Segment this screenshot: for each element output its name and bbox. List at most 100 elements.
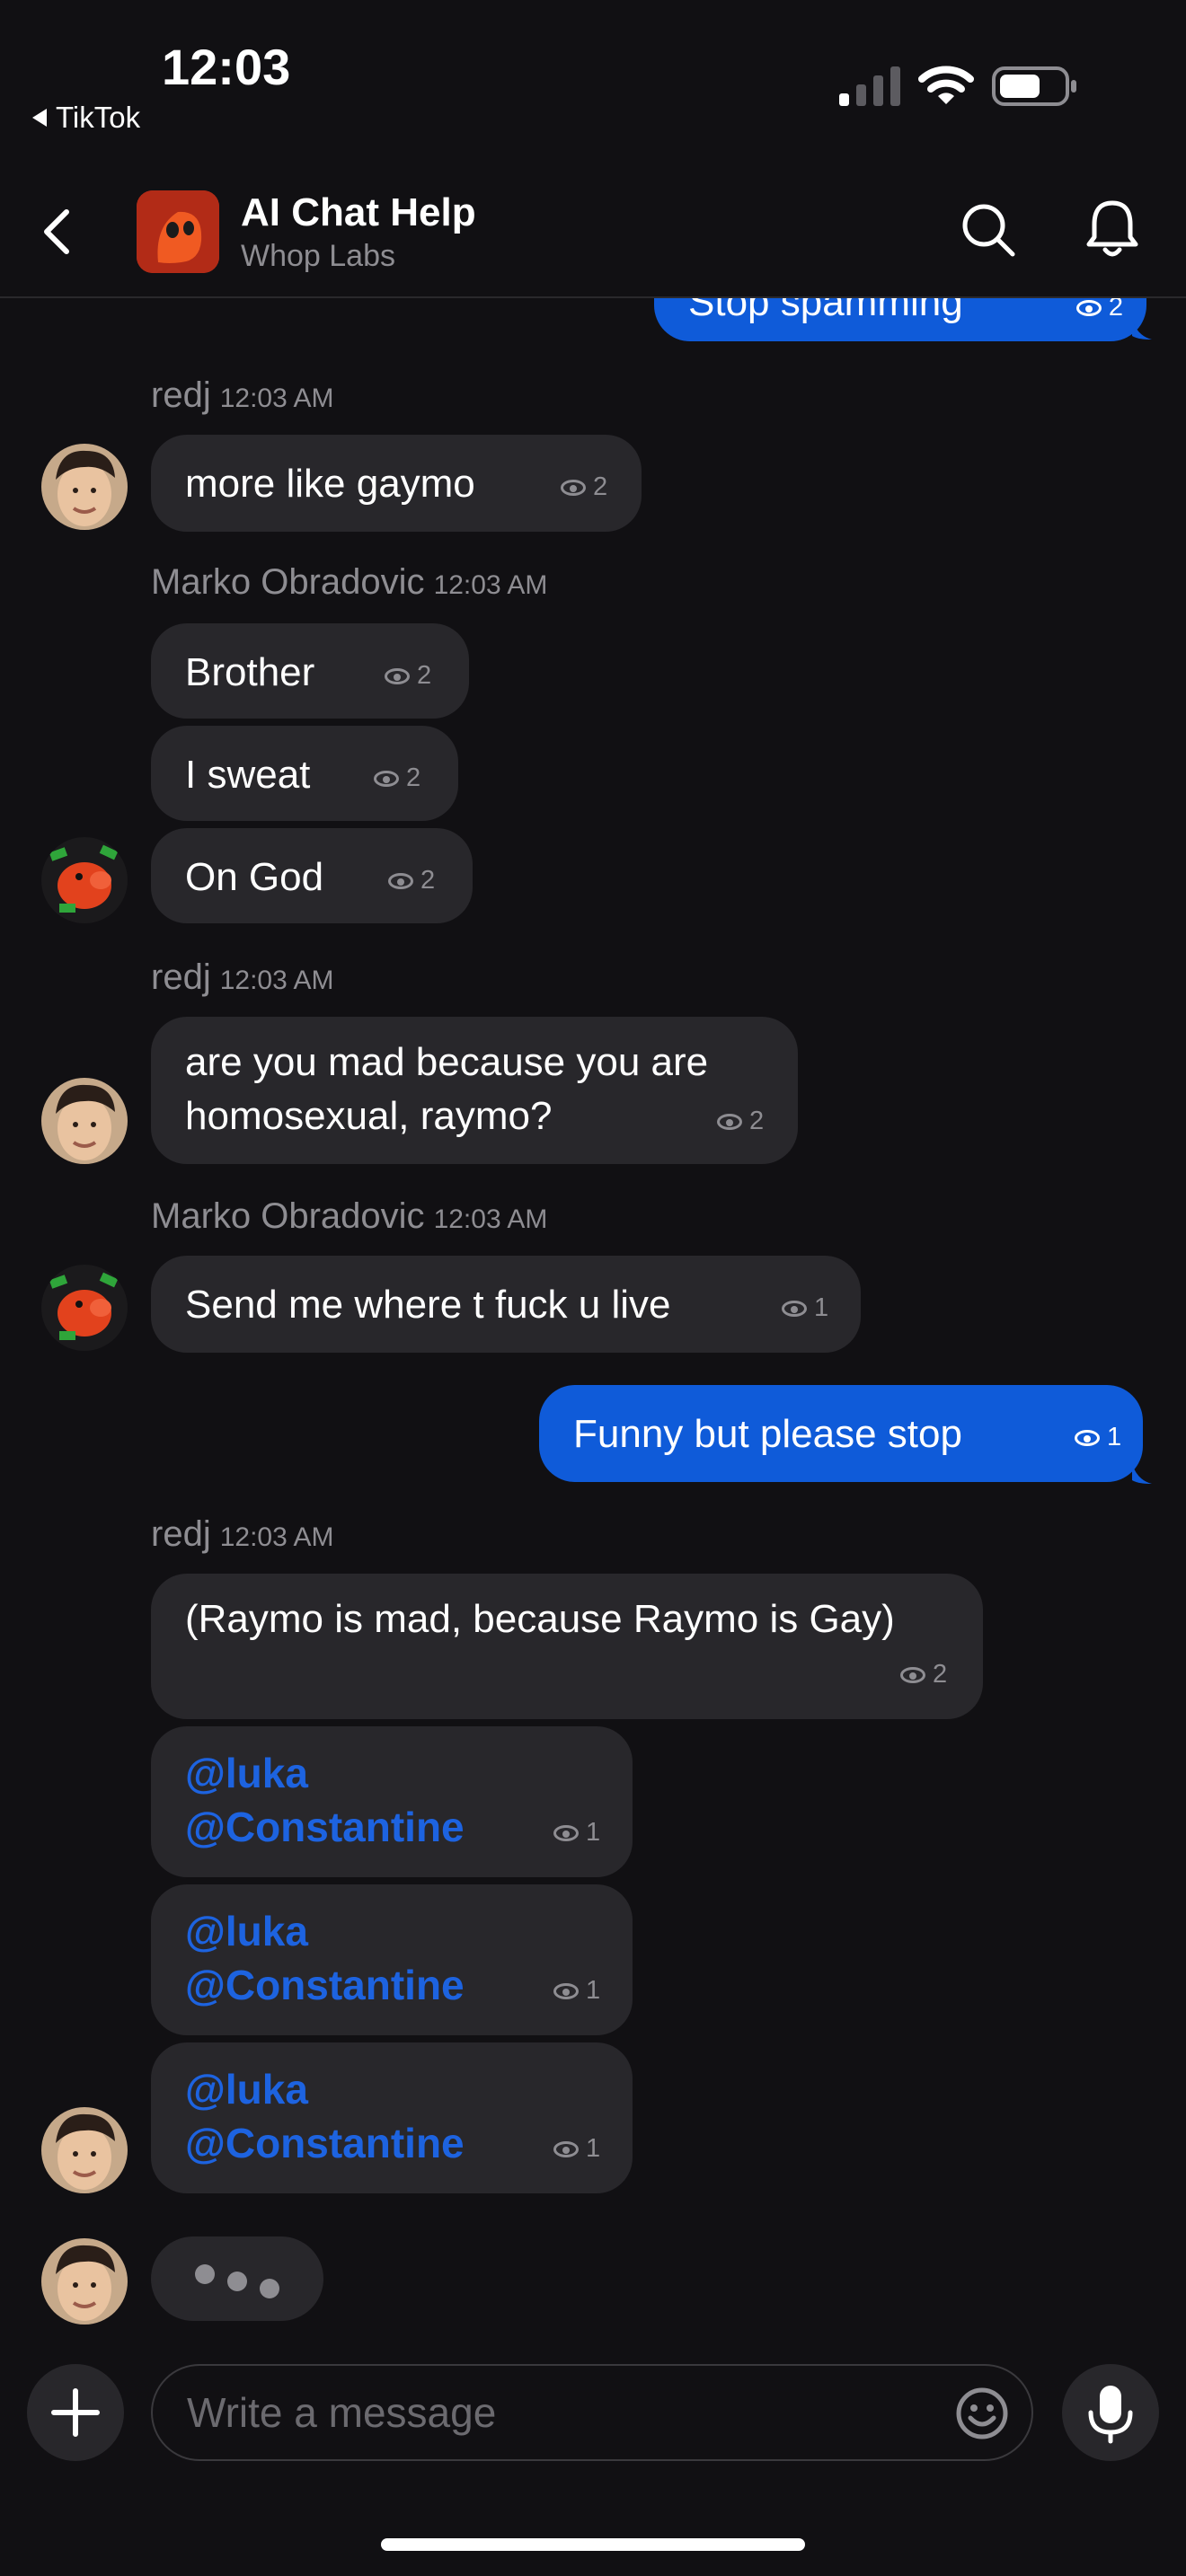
back-app-label: TikTok bbox=[56, 101, 141, 134]
avatar-marko[interactable] bbox=[41, 837, 128, 923]
sender-name: Marko Obradovic bbox=[151, 1196, 425, 1236]
message-list[interactable]: Stop spamming 2 redj 12:03 AM more like g… bbox=[0, 298, 1186, 2328]
message-timestamp: 12:03 AM bbox=[433, 1204, 548, 1234]
message-bubble-mentions[interactable]: @luka @Constantine 1 bbox=[151, 1726, 633, 1877]
message-text: Funny but please stop bbox=[573, 1412, 962, 1456]
message-bubble[interactable]: are you mad because you are homosexual, … bbox=[151, 1017, 798, 1164]
eye-icon bbox=[553, 2140, 579, 2157]
eye-icon bbox=[782, 1300, 807, 1317]
message-timestamp: 12:03 AM bbox=[219, 1522, 334, 1552]
sender-name: Marko Obradovic bbox=[151, 562, 425, 602]
seen-count: 1 bbox=[553, 1818, 600, 1848]
message-bubble[interactable]: (Raymo is mad, because Raymo is Gay) 2 bbox=[151, 1574, 983, 1719]
mention-link[interactable]: @luka bbox=[185, 1904, 308, 1958]
seen-count: 2 bbox=[561, 472, 607, 502]
message-input[interactable] bbox=[151, 2364, 1033, 2461]
eye-icon bbox=[553, 1824, 579, 1841]
eye-icon bbox=[374, 770, 399, 787]
message-text: Stop spamming bbox=[688, 298, 963, 324]
message-text-line: are you mad because you are bbox=[185, 1040, 709, 1084]
back-chevron-icon[interactable] bbox=[40, 207, 75, 257]
message-text: Brother bbox=[185, 650, 315, 694]
message-bubble[interactable]: more like gaymo 2 bbox=[151, 435, 642, 532]
message-bubble[interactable]: Brother 2 bbox=[151, 623, 469, 719]
emoji-icon[interactable] bbox=[954, 2386, 1010, 2441]
sender-name: redj bbox=[151, 1514, 211, 1554]
message-bubble-mentions[interactable]: @luka @Constantine 1 bbox=[151, 2042, 633, 2193]
eye-icon bbox=[900, 1666, 925, 1683]
message-timestamp: 12:03 AM bbox=[219, 384, 334, 413]
typing-dots-icon bbox=[195, 2264, 279, 2298]
message-text: (Raymo is mad, because Raymo is Gay) bbox=[185, 1597, 895, 1641]
message-bubble[interactable]: I sweat 2 bbox=[151, 726, 458, 821]
message-bubble-mentions[interactable]: @luka @Constantine 1 bbox=[151, 1884, 633, 2035]
avatar-redj[interactable] bbox=[41, 2107, 128, 2193]
bubble-tail bbox=[1132, 320, 1152, 340]
message-text: Send me where t fuck u live bbox=[185, 1283, 671, 1327]
battery-icon bbox=[992, 66, 1076, 106]
sender-line: redj 12:03 AM bbox=[151, 957, 333, 998]
avatar-redj[interactable] bbox=[41, 2238, 128, 2325]
seen-count: 1 bbox=[553, 2134, 600, 2164]
mention-link[interactable]: @luka bbox=[185, 2062, 308, 2116]
plus-icon bbox=[51, 2388, 100, 2437]
back-triangle-icon bbox=[32, 109, 47, 127]
avatar-redj[interactable] bbox=[41, 444, 128, 530]
eye-icon bbox=[1075, 299, 1102, 316]
message-bubble-outgoing[interactable]: Stop spamming 2 bbox=[654, 298, 1146, 341]
attach-button[interactable] bbox=[27, 2364, 124, 2461]
eye-icon bbox=[717, 1113, 742, 1130]
microphone-icon bbox=[1088, 2386, 1133, 2444]
eye-icon bbox=[385, 667, 410, 684]
voice-message-button[interactable] bbox=[1062, 2364, 1159, 2461]
search-icon[interactable] bbox=[960, 201, 1017, 259]
eye-icon bbox=[553, 1982, 579, 1999]
sender-name: redj bbox=[151, 957, 211, 997]
typing-indicator bbox=[151, 2236, 323, 2321]
message-text-line: homosexual, raymo? bbox=[185, 1094, 553, 1138]
bubble-tail bbox=[1132, 1464, 1152, 1484]
group-avatar[interactable] bbox=[137, 190, 219, 273]
seen-count: 2 bbox=[374, 763, 420, 793]
mention-link[interactable]: @Constantine bbox=[185, 1958, 465, 2012]
message-bubble[interactable]: On God 2 bbox=[151, 828, 473, 923]
mention-link[interactable]: @Constantine bbox=[185, 1800, 465, 1854]
eye-icon bbox=[388, 872, 413, 889]
seen-count: 1 bbox=[782, 1293, 828, 1323]
message-bubble-outgoing[interactable]: Funny but please stop 1 bbox=[539, 1385, 1143, 1482]
wifi-icon bbox=[918, 66, 974, 104]
mention-link[interactable]: @Constantine bbox=[185, 2116, 465, 2170]
header-divider bbox=[0, 296, 1186, 298]
home-indicator bbox=[381, 2538, 805, 2551]
message-timestamp: 12:03 AM bbox=[433, 570, 548, 600]
message-bubble[interactable]: Send me where t fuck u live 1 bbox=[151, 1256, 861, 1353]
message-text: On God bbox=[185, 855, 324, 899]
sender-name: redj bbox=[151, 375, 211, 415]
avatar-marko[interactable] bbox=[41, 1265, 128, 1351]
chat-subtitle: Whop Labs bbox=[241, 239, 395, 273]
chat-title: AI Chat Help bbox=[241, 190, 476, 234]
sender-line: Marko Obradovic 12:03 AM bbox=[151, 562, 547, 603]
seen-count: 2 bbox=[388, 866, 435, 895]
sender-line: Marko Obradovic 12:03 AM bbox=[151, 1196, 547, 1237]
seen-count: 1 bbox=[553, 1976, 600, 2006]
status-time: 12:03 bbox=[162, 39, 291, 95]
sender-line: redj 12:03 AM bbox=[151, 375, 333, 416]
seen-count: 2 bbox=[900, 1660, 947, 1689]
message-timestamp: 12:03 AM bbox=[219, 966, 334, 995]
seen-count: 2 bbox=[385, 661, 431, 691]
ghost-logo-icon bbox=[137, 190, 219, 273]
sender-line: redj 12:03 AM bbox=[151, 1514, 333, 1555]
back-to-app-link[interactable]: TikTok bbox=[32, 101, 140, 135]
message-text: I sweat bbox=[185, 753, 311, 797]
bell-icon[interactable] bbox=[1084, 198, 1141, 260]
eye-icon bbox=[561, 479, 586, 496]
message-text: more like gaymo bbox=[185, 462, 475, 506]
seen-count: 2 bbox=[717, 1107, 764, 1136]
signal-icon bbox=[839, 66, 900, 106]
seen-count: 1 bbox=[1075, 1423, 1121, 1452]
mention-link[interactable]: @luka bbox=[185, 1746, 308, 1800]
seen-count: 2 bbox=[1075, 298, 1123, 322]
avatar-redj[interactable] bbox=[41, 1078, 128, 1164]
eye-icon bbox=[1075, 1429, 1100, 1446]
